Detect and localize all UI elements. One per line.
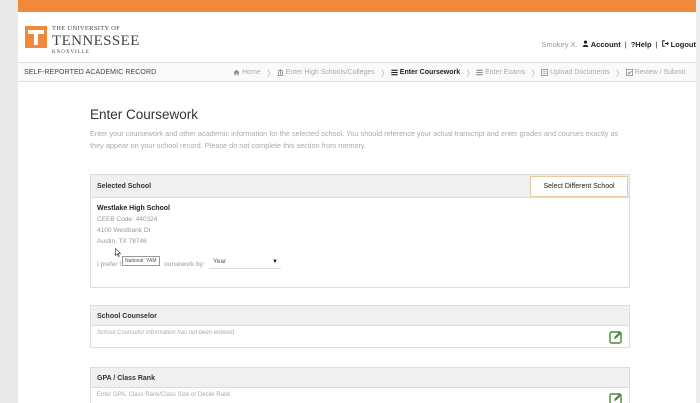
school-details: Westlake High School CEEB Code: 440324 4… bbox=[91, 198, 629, 252]
school-counselor-panel: School Counselor School Counselor inform… bbox=[90, 305, 630, 348]
select-different-school-button[interactable]: Select Different School bbox=[530, 176, 628, 197]
panel-header: School Counselor bbox=[91, 306, 629, 326]
top-accent-bar bbox=[18, 0, 696, 12]
panel-title: GPA / Class Rank bbox=[97, 375, 155, 382]
power-t-icon bbox=[25, 26, 47, 48]
logout-link[interactable]: Logout bbox=[661, 40, 696, 49]
chevron-right-icon: › bbox=[615, 62, 620, 82]
edit-icon[interactable] bbox=[609, 330, 623, 344]
step-review-submit[interactable]: Review / Submit bbox=[623, 68, 689, 76]
edit-icon[interactable] bbox=[609, 392, 623, 403]
organize-by-select[interactable]: Year ▼ bbox=[209, 255, 281, 269]
chevron-right-icon: › bbox=[531, 62, 536, 82]
caret-down-icon: ▼ bbox=[272, 258, 278, 265]
panel-header: GPA / Class Rank bbox=[91, 368, 629, 388]
logout-icon bbox=[661, 40, 669, 47]
step-breadcrumb: Home › Enter High Schools/Colleges › Ent… bbox=[230, 63, 688, 81]
step-enter-schools[interactable]: Enter High Schools/Colleges bbox=[274, 69, 378, 76]
gpa-note: Enter GPA, Class Rank/Class Size or Deci… bbox=[97, 392, 231, 398]
step-enter-exams[interactable]: Enter Exams bbox=[473, 69, 528, 76]
section-title: SELF-REPORTED ACADEMIC RECORD bbox=[24, 69, 157, 76]
help-link[interactable]: ?Help bbox=[631, 40, 652, 49]
step-enter-coursework[interactable]: Enter Coursework bbox=[388, 69, 463, 76]
tooltip: National: YAM bbox=[122, 256, 160, 266]
mouse-cursor-icon bbox=[115, 248, 121, 257]
counselor-note: School Counselor information has not bee… bbox=[97, 330, 235, 336]
home-icon bbox=[233, 69, 240, 75]
user-nav: Smokey X. Account | ?Help | Logout bbox=[541, 40, 696, 49]
right-frame bbox=[696, 0, 700, 403]
left-frame bbox=[0, 0, 18, 403]
page-title: Enter Coursework bbox=[90, 107, 199, 122]
chevron-right-icon: › bbox=[266, 62, 271, 82]
step-upload-documents[interactable]: Upload Documents bbox=[538, 68, 613, 76]
school-city: Austin, TX 78746 bbox=[97, 238, 147, 245]
separator: | bbox=[624, 40, 627, 49]
select-value: Year bbox=[213, 258, 227, 265]
panel-title: School Counselor bbox=[97, 313, 157, 320]
check-icon bbox=[625, 68, 633, 76]
ceeb-code: CEEB Code: 440324 bbox=[97, 216, 158, 223]
step-home[interactable]: Home bbox=[230, 69, 264, 76]
progress-navbar: SELF-REPORTED ACADEMIC RECORD Home › Ent… bbox=[18, 62, 696, 82]
list-icon bbox=[476, 69, 483, 75]
gpa-class-rank-panel: GPA / Class Rank Enter GPA, Class Rank/C… bbox=[90, 367, 630, 403]
school-name: Westlake High School bbox=[97, 205, 170, 212]
chevron-right-icon: › bbox=[466, 62, 471, 82]
panel-title: Selected School bbox=[97, 183, 152, 190]
user-name: Smokey X. bbox=[541, 40, 578, 49]
separator: | bbox=[655, 40, 658, 49]
user-icon bbox=[582, 40, 588, 47]
intro-text: Enter your coursework and other academic… bbox=[90, 129, 619, 150]
document-icon bbox=[541, 68, 548, 76]
selected-school-panel: Selected School Select Different School … bbox=[90, 174, 630, 288]
school-street: 4100 Westbank Dr bbox=[97, 227, 151, 234]
institution-icon bbox=[277, 68, 284, 76]
chevron-right-icon: › bbox=[380, 62, 385, 82]
list-icon bbox=[391, 69, 398, 75]
panel-header: Selected School Select Different School bbox=[91, 175, 629, 198]
university-logo[interactable]: THE UNIVERSITY OF TENNESSEE KNOXVILLE bbox=[25, 25, 140, 55]
account-link[interactable]: Account bbox=[582, 40, 621, 49]
logo-text: THE UNIVERSITY OF TENNESSEE KNOXVILLE bbox=[52, 25, 140, 55]
site-header: THE UNIVERSITY OF TENNESSEE KNOXVILLE Sm… bbox=[18, 12, 696, 62]
